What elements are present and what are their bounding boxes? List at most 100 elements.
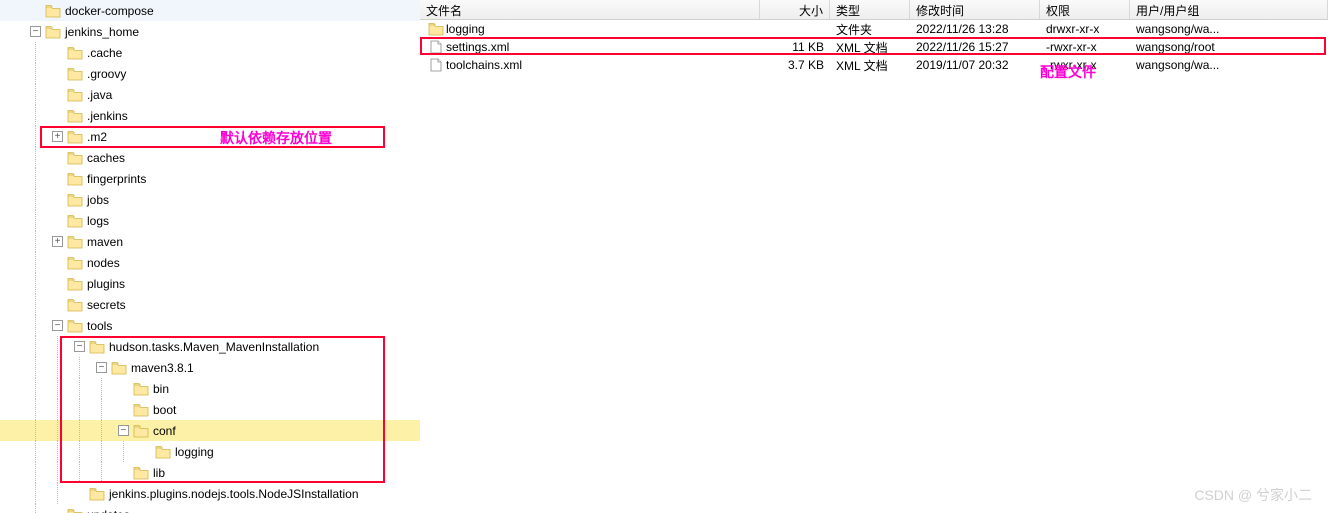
tree-item-label: bin: [153, 382, 169, 396]
file-size: 11 KB: [760, 38, 830, 56]
tree-item-label: .m2: [87, 130, 107, 144]
file-list-body: logging文件夹2022/11/26 13:28drwxr-xr-xwang…: [420, 20, 1328, 74]
col-header-name[interactable]: 文件名: [420, 0, 760, 19]
tree-item[interactable]: − maven3.8.1: [0, 357, 420, 378]
tree-item[interactable]: nodes: [0, 252, 420, 273]
file-perm: -rwxr-xr-x: [1040, 38, 1130, 56]
tree-expander-blank: [52, 47, 63, 58]
tree-item[interactable]: − tools: [0, 315, 420, 336]
file-icon: [426, 58, 442, 72]
file-mtime: 2022/11/26 13:28: [910, 20, 1040, 38]
tree-item-label: secrets: [87, 298, 126, 312]
file-row[interactable]: settings.xml11 KBXML 文档2022/11/26 15:27-…: [420, 38, 1328, 56]
tree-expander-blank: [118, 467, 129, 478]
folder-icon: [426, 22, 442, 36]
file-icon: [426, 40, 442, 54]
tree-collapse-icon[interactable]: −: [96, 362, 107, 373]
tree-expand-icon[interactable]: +: [52, 131, 63, 142]
tree-item-label: jenkins_home: [65, 25, 139, 39]
file-perm: -rwxr-xr-x: [1040, 56, 1130, 74]
tree-item-label: tools: [87, 319, 112, 333]
tree-item-label: maven3.8.1: [131, 361, 194, 375]
tree-item[interactable]: .jenkins: [0, 105, 420, 126]
tree-item[interactable]: jobs: [0, 189, 420, 210]
tree-expander-blank: [140, 446, 151, 457]
tree-expander-blank: [52, 278, 63, 289]
tree-expander-blank: [52, 257, 63, 268]
tree-expander-blank: [74, 488, 85, 499]
tree-collapse-icon[interactable]: −: [30, 26, 41, 37]
tree-item-label: docker-compose: [65, 4, 154, 18]
tree-expander-blank: [52, 89, 63, 100]
tree-item-label: .jenkins: [87, 109, 128, 123]
file-name: settings.xml: [446, 40, 509, 54]
col-header-perm[interactable]: 权限: [1040, 0, 1130, 19]
folder-tree-panel[interactable]: docker-compose − jenkins_home .cache .groovy…: [0, 0, 420, 513]
col-header-type[interactable]: 类型: [830, 0, 910, 19]
tree-item[interactable]: logs: [0, 210, 420, 231]
tree-item-label: jenkins.plugins.nodejs.tools.NodeJSInsta…: [109, 487, 359, 501]
tree-item[interactable]: − hudson.tasks.Maven_MavenInstallation: [0, 336, 420, 357]
tree-item-label: conf: [153, 424, 176, 438]
tree-item[interactable]: jenkins.plugins.nodejs.tools.NodeJSInsta…: [0, 483, 420, 504]
file-list-panel: 文件名 大小 类型 修改时间 权限 用户/用户组 logging文件夹2022/…: [420, 0, 1328, 513]
file-size: [760, 27, 830, 31]
tree-item[interactable]: caches: [0, 147, 420, 168]
file-perm: drwxr-xr-x: [1040, 20, 1130, 38]
tree-expander-blank: [52, 509, 63, 513]
tree-item[interactable]: lib: [0, 462, 420, 483]
tree-expander-blank: [52, 152, 63, 163]
tree-expander-blank: [52, 194, 63, 205]
tree-expander-blank: [52, 110, 63, 121]
file-owner: wangsong/wa...: [1130, 20, 1328, 38]
tree-item[interactable]: + .m2: [0, 126, 420, 147]
tree-expander-blank: [52, 215, 63, 226]
tree-item-label: nodes: [87, 256, 120, 270]
tree-item-label: caches: [87, 151, 125, 165]
tree-item[interactable]: bin: [0, 378, 420, 399]
tree-item-label: boot: [153, 403, 176, 417]
file-name: logging: [446, 22, 485, 36]
file-type: XML 文档: [830, 55, 910, 76]
tree-item[interactable]: .cache: [0, 42, 420, 63]
col-header-time[interactable]: 修改时间: [910, 0, 1040, 19]
tree-expander-blank: [118, 404, 129, 415]
tree-item-label: lib: [153, 466, 165, 480]
tree-item[interactable]: .java: [0, 84, 420, 105]
tree-item-label: fingerprints: [87, 172, 146, 186]
tree-collapse-icon[interactable]: −: [118, 425, 129, 436]
tree-item[interactable]: − conf: [0, 420, 420, 441]
file-size: 3.7 KB: [760, 56, 830, 74]
tree-item-label: .cache: [87, 46, 122, 60]
tree-item-label: .groovy: [87, 67, 126, 81]
col-header-size[interactable]: 大小: [760, 0, 830, 19]
tree-item[interactable]: secrets: [0, 294, 420, 315]
file-mtime: 2019/11/07 20:32: [910, 56, 1040, 74]
tree-item[interactable]: logging: [0, 441, 420, 462]
tree-item[interactable]: − jenkins_home: [0, 21, 420, 42]
file-row[interactable]: toolchains.xml 3.7 KBXML 文档2019/11/07 20:…: [420, 56, 1328, 74]
tree-item[interactable]: boot: [0, 399, 420, 420]
tree-item-label: maven: [87, 235, 123, 249]
tree-item-label: logging: [175, 445, 214, 459]
tree-item-label: hudson.tasks.Maven_MavenInstallation: [109, 340, 319, 354]
tree-item-label: .java: [87, 88, 112, 102]
tree-collapse-icon[interactable]: −: [52, 320, 63, 331]
tree-item[interactable]: plugins: [0, 273, 420, 294]
tree-item-label: updates: [87, 508, 130, 513]
tree-item[interactable]: docker-compose: [0, 0, 420, 21]
tree-expander-blank: [52, 68, 63, 79]
file-row[interactable]: logging文件夹2022/11/26 13:28drwxr-xr-xwang…: [420, 20, 1328, 38]
tree-item-label: logs: [87, 214, 109, 228]
tree-expand-icon[interactable]: +: [52, 236, 63, 247]
tree-item[interactable]: fingerprints: [0, 168, 420, 189]
tree-collapse-icon[interactable]: −: [74, 341, 85, 352]
tree-item[interactable]: + maven: [0, 231, 420, 252]
file-mtime: 2022/11/26 15:27: [910, 38, 1040, 56]
tree-item[interactable]: updates: [0, 504, 420, 513]
tree-item[interactable]: .groovy: [0, 63, 420, 84]
tree-expander-blank: [30, 5, 41, 16]
file-name: toolchains.xml: [446, 58, 522, 72]
file-list-header: 文件名 大小 类型 修改时间 权限 用户/用户组: [420, 0, 1328, 20]
col-header-owner[interactable]: 用户/用户组: [1130, 0, 1328, 19]
